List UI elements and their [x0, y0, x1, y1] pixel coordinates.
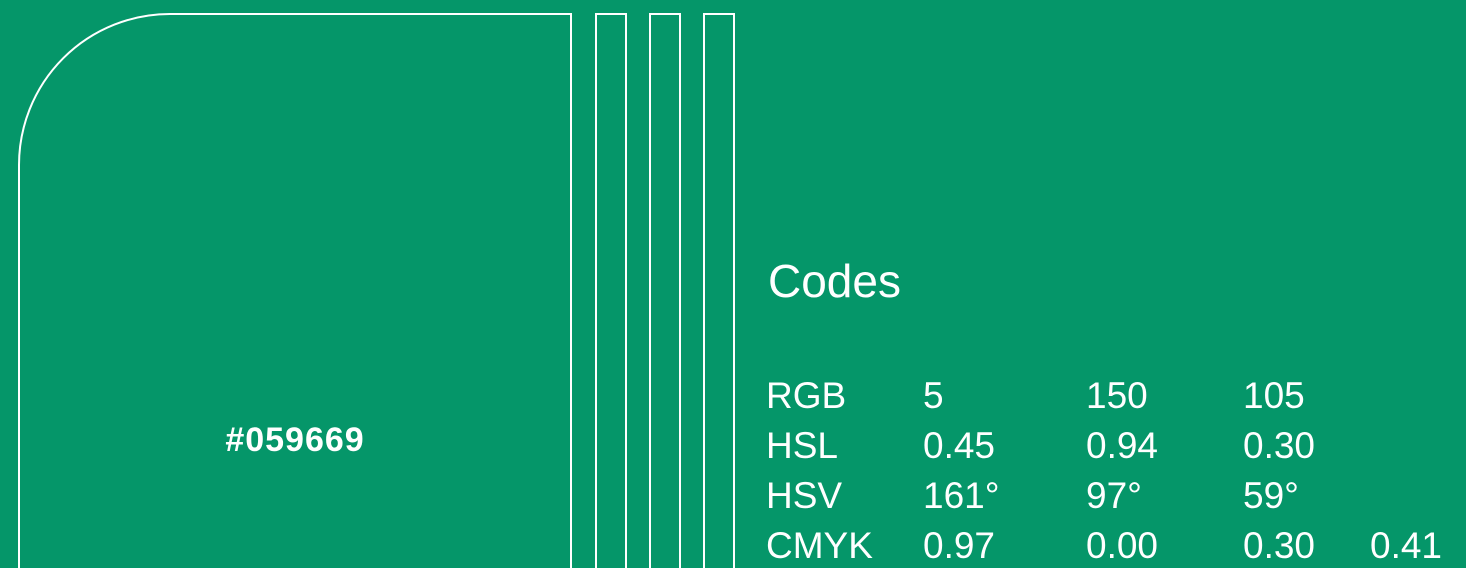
rgb-g-value: 150: [1086, 375, 1148, 416]
rgb-b-value: 105: [1243, 375, 1305, 416]
color-swatch-card: [18, 13, 572, 568]
hsl-s-value: 0.94: [1086, 425, 1159, 466]
hex-code-label: #059669: [225, 421, 365, 459]
cmyk-y-value: 0.30: [1243, 525, 1316, 566]
code-label-hsl: HSL: [766, 425, 838, 466]
rgb-r-value: 5: [923, 375, 944, 416]
swatch-strip-1: [595, 13, 627, 568]
code-label-rgb: RGB: [766, 375, 847, 416]
hsl-h-value: 0.45: [923, 425, 996, 466]
codes-heading: Codes: [768, 255, 901, 307]
cmyk-m-value: 0.00: [1086, 525, 1159, 566]
swatch-strip-2: [649, 13, 681, 568]
hsv-h-value: 161°: [923, 475, 1000, 516]
cmyk-k-value: 0.41: [1370, 525, 1443, 566]
swatch-strip-3: [703, 13, 735, 568]
hsv-s-value: 97°: [1086, 475, 1142, 516]
cmyk-c-value: 0.97: [923, 525, 996, 566]
code-label-cmyk: CMYK: [766, 525, 873, 566]
hsv-v-value: 59°: [1243, 475, 1299, 516]
hsl-l-value: 0.30: [1243, 425, 1316, 466]
code-label-hsv: HSV: [766, 475, 843, 516]
